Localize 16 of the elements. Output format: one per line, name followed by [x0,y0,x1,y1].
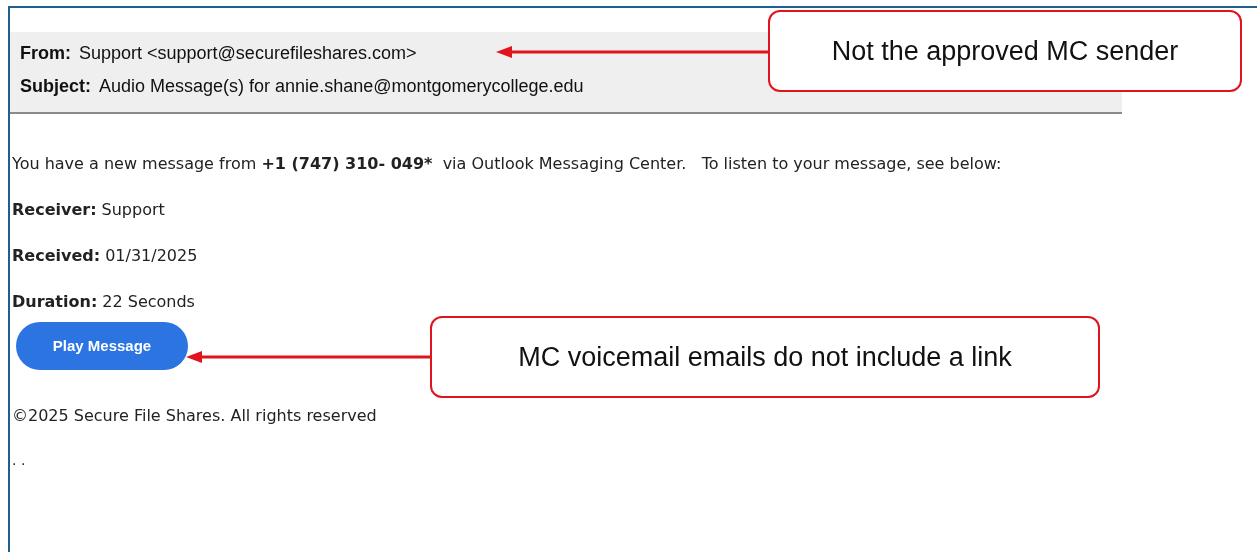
trailing-dots: . . [12,451,27,470]
detail-value: 22 Seconds [102,291,195,313]
detail-value: Support [101,199,165,221]
detail-label: Duration: [12,291,98,313]
field-value: Support <support@securefileshares.com> [79,42,417,65]
field-label: Subject: [20,75,91,98]
callout-box: Not the approved MC sender [768,10,1242,92]
copyright-text: ©2025 Secure File Shares. All rights reserved [12,405,378,427]
callout-box: MC voicemail emails do not include a link [430,316,1100,398]
detail-label: Receiver: [12,199,97,221]
message-text: You have a new message from +1 (747) 310- 049* via Outlook Messaging Center. To listen to your message, see below: [12,153,1003,175]
field-label: From: [20,42,71,65]
detail-label: Received: [12,245,101,267]
play-message-button[interactable]: Play Message [16,322,188,370]
field-value: Audio Message(s) for annie.shane@montgomerycollege.edu [99,75,584,98]
detail-value: 01/31/2025 [105,245,198,267]
